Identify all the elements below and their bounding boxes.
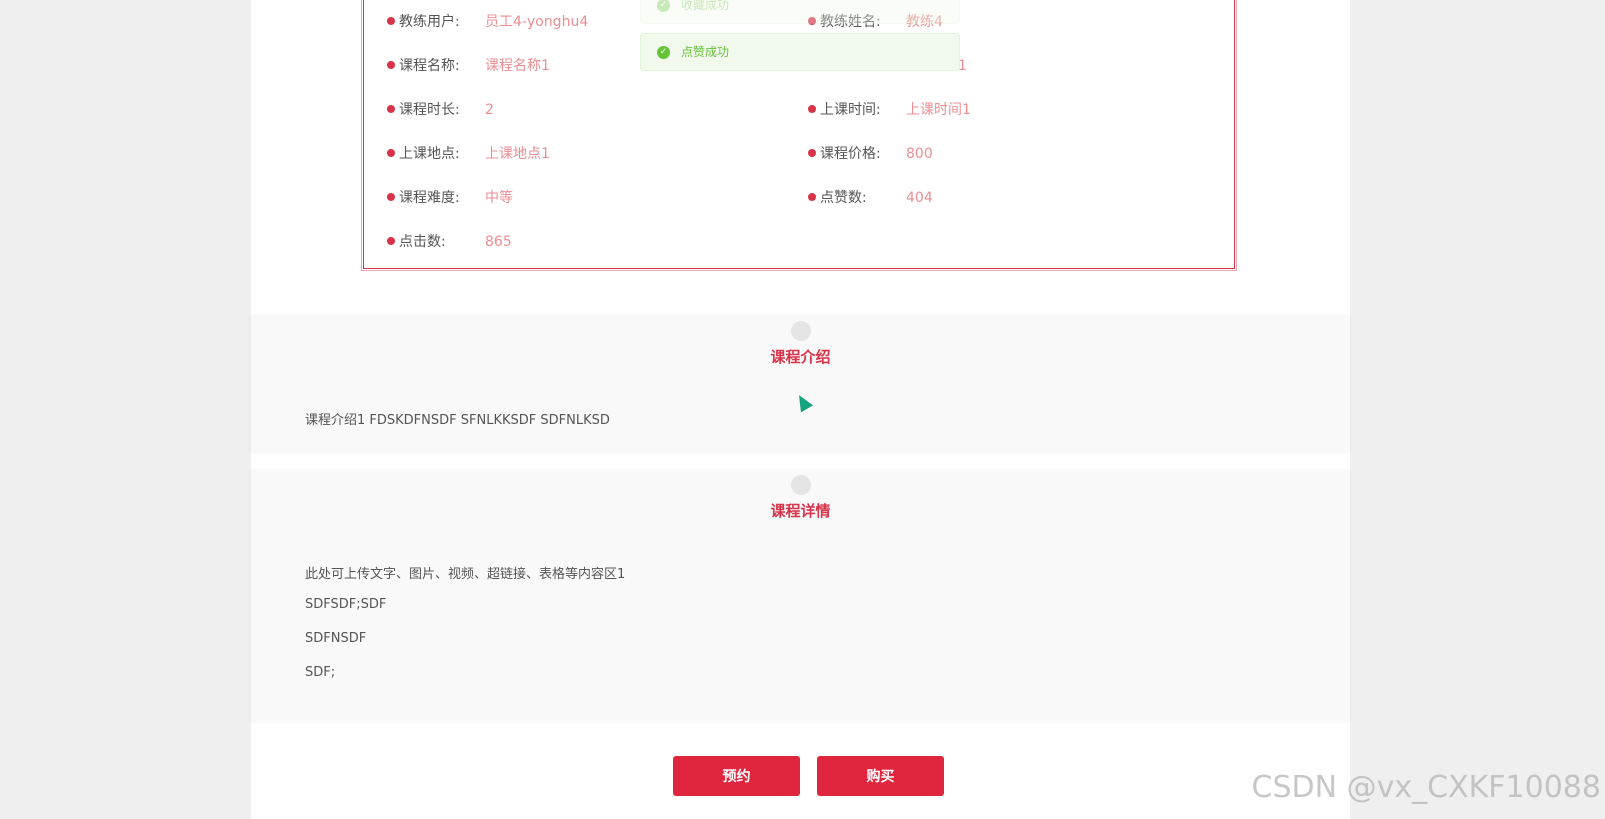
section-badge-icon (791, 475, 811, 495)
detail-line: SDF; (305, 665, 336, 680)
field-course-name: 课程名称: 课程名称1 (387, 56, 550, 76)
watermark: CSDN @vx_CXKF10088 (1251, 770, 1601, 805)
field-duration: 课程时长: 2 (387, 100, 494, 120)
reserve-button[interactable]: 预约 (673, 756, 800, 796)
bullet-icon (808, 105, 816, 113)
field-difficulty: 课程难度: 中等 (387, 188, 513, 208)
detail-line: 此处可上传文字、图片、视频、超链接、表格等内容区1 (305, 567, 626, 582)
bullet-icon (808, 193, 816, 201)
section-title: 课程介绍 (770, 348, 831, 366)
field-location: 上课地点: 上课地点1 (387, 144, 550, 164)
field-likes: 点赞数: 404 (808, 188, 933, 208)
check-circle-icon: ✓ (657, 46, 670, 59)
check-circle-icon: ✓ (657, 0, 670, 12)
bullet-icon (387, 61, 395, 69)
detail-line: SDFSDF;SDF (305, 597, 387, 612)
toast-favorite-success: ✓ 收藏成功 (640, 0, 960, 24)
field-clicks: 点击数: 865 (387, 232, 512, 252)
intro-text: 课程介绍1 FDSKDFNSDF SFNLKKSDF SDFNLKSD (305, 413, 610, 428)
bullet-icon (387, 193, 395, 201)
bullet-icon (808, 149, 816, 157)
bullet-icon (387, 149, 395, 157)
detail-line: SDFNSDF (305, 631, 367, 646)
bullet-icon (387, 105, 395, 113)
field-class-time: 上课时间: 上课时间1 (808, 100, 971, 120)
section-badge-icon (791, 321, 811, 341)
buy-button[interactable]: 购买 (817, 756, 944, 796)
course-intro-section: 课程介绍 课程介绍1 FDSKDFNSDF SFNLKKSDF SDFNLKSD (251, 316, 1350, 452)
field-price: 课程价格: 800 (808, 144, 933, 164)
bullet-icon (387, 237, 395, 245)
course-detail-section: 课程详情 此处可上传文字、图片、视频、超链接、表格等内容区1 SDFSDF;SD… (251, 470, 1350, 722)
field-coach-user: 教练用户: 员工4-yonghu4 (387, 12, 588, 32)
section-title: 课程详情 (770, 502, 831, 520)
toast-like-success: ✓ 点赞成功 (640, 33, 960, 71)
bullet-icon (387, 17, 395, 25)
